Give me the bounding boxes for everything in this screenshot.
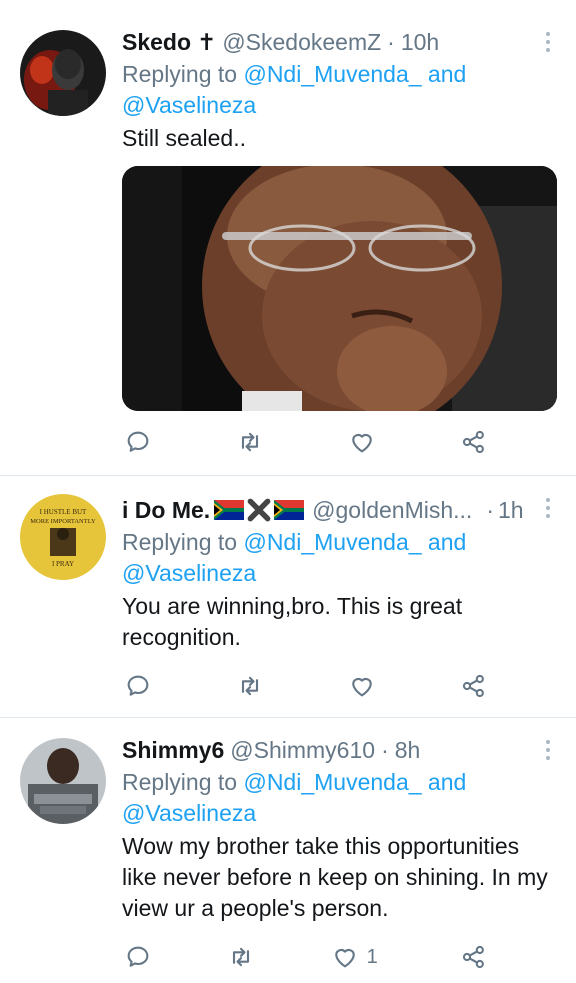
replying-prefix: Replying to <box>122 529 238 555</box>
south-africa-flag-icon <box>274 500 305 520</box>
share-button[interactable] <box>460 672 494 700</box>
retweet-button[interactable] <box>236 672 270 700</box>
timestamp[interactable]: 1h <box>498 497 524 524</box>
separator-dot: · <box>486 496 494 523</box>
heart-icon <box>352 677 372 697</box>
username[interactable]: @goldenMish... <box>312 497 472 524</box>
replying-to: Replying to @Ndi_Muvenda_ and @Vaselinez… <box>122 527 558 589</box>
timestamp[interactable]: 10h <box>401 29 439 56</box>
replying-prefix: Replying to <box>122 61 238 87</box>
reply-button[interactable] <box>124 428 158 456</box>
retweet-button[interactable] <box>227 943 261 971</box>
tweet-header: i Do Me. @goldenMish... · 1h <box>122 494 558 526</box>
mention-link[interactable]: @Ndi_Muvenda_ <box>243 769 421 795</box>
replying-to: Replying to @Ndi_Muvenda_ and @Vaselinez… <box>122 59 558 121</box>
like-button[interactable] <box>348 428 382 456</box>
more-icon[interactable] <box>538 736 558 764</box>
tweet-header: Skedo ✝ @SkedokeemZ · 10h <box>122 26 558 58</box>
mention-link[interactable]: @Ndi_Muvenda_ <box>243 61 421 87</box>
share-button[interactable] <box>460 943 494 971</box>
reply-icon <box>127 675 149 696</box>
reply-button[interactable] <box>124 672 158 700</box>
mention-link[interactable]: @Ndi_Muvenda_ <box>243 529 421 555</box>
and-others-link[interactable]: and <box>428 769 466 795</box>
display-name[interactable]: Shimmy6 <box>122 737 224 764</box>
share-icon <box>462 430 484 454</box>
more-icon[interactable] <box>538 494 558 522</box>
share-button[interactable] <box>460 428 494 456</box>
retweet-icon <box>241 432 259 452</box>
avatar-text: I PRAY <box>52 560 74 568</box>
share-icon <box>462 674 484 698</box>
and-others-link[interactable]: and <box>428 61 466 87</box>
avatar-text: I HUSTLE BUT <box>40 508 87 516</box>
username[interactable]: @SkedokeemZ <box>222 29 381 56</box>
reply-button[interactable] <box>124 943 158 971</box>
retweet-icon <box>233 947 250 967</box>
tweet-2[interactable]: I HUSTLE BUT MORE IMPORTANTLY I PRAY i D… <box>0 476 576 718</box>
separator-dot: · <box>387 28 395 55</box>
avatar-text: MORE IMPORTANTLY <box>30 518 96 525</box>
like-count: 1 <box>366 945 378 968</box>
display-name[interactable]: i Do Me. <box>122 497 210 524</box>
retweet-icon <box>241 676 259 696</box>
separator-dot: · <box>381 736 389 763</box>
tweet-actions <box>124 669 494 703</box>
mention-link[interactable]: @Vaselineza <box>122 800 256 826</box>
avatar[interactable] <box>20 738 106 824</box>
avatar[interactable] <box>20 30 106 116</box>
retweet-button[interactable] <box>236 428 270 456</box>
replying-to: Replying to @Ndi_Muvenda_ and @Vaselinez… <box>122 767 558 829</box>
tweet-1[interactable]: Skedo ✝ @SkedokeemZ · 10h Replying to @N… <box>0 0 576 476</box>
tweet-actions <box>124 425 494 459</box>
more-icon[interactable] <box>538 28 558 56</box>
avatar[interactable]: I HUSTLE BUT MORE IMPORTANTLY I PRAY <box>20 494 106 580</box>
replying-prefix: Replying to <box>122 769 238 795</box>
share-icon <box>462 945 484 969</box>
cross-mark-icon <box>247 498 271 522</box>
cross-emoji: ✝ <box>197 28 217 55</box>
and-others-link[interactable]: and <box>428 529 466 555</box>
like-button[interactable]: 1 <box>331 943 391 971</box>
timestamp[interactable]: 8h <box>395 737 421 764</box>
reply-icon <box>127 431 149 452</box>
heart-icon <box>352 433 372 453</box>
tweet-text: Wow my brother take this opportunities l… <box>122 833 548 921</box>
mention-link[interactable]: @Vaselineza <box>122 560 256 586</box>
reply-icon <box>127 946 149 967</box>
tweet-image[interactable] <box>122 166 557 411</box>
tweet-text: Still sealed.. <box>122 125 247 151</box>
display-name[interactable]: Skedo <box>122 29 191 56</box>
south-africa-flag-icon <box>214 500 245 520</box>
mention-link[interactable]: @Vaselineza <box>122 92 256 118</box>
tweet-3[interactable]: Shimmy6 @Shimmy610 · 8h Replying to @Ndi… <box>0 718 576 983</box>
like-button[interactable] <box>348 672 382 700</box>
tweet-text: You are winning,bro. This is great recog… <box>122 593 463 650</box>
username[interactable]: @Shimmy610 <box>230 737 375 764</box>
tweet-actions: 1 <box>124 940 494 974</box>
tweet-header: Shimmy6 @Shimmy610 · 8h <box>122 734 558 766</box>
heart-icon <box>334 948 355 968</box>
